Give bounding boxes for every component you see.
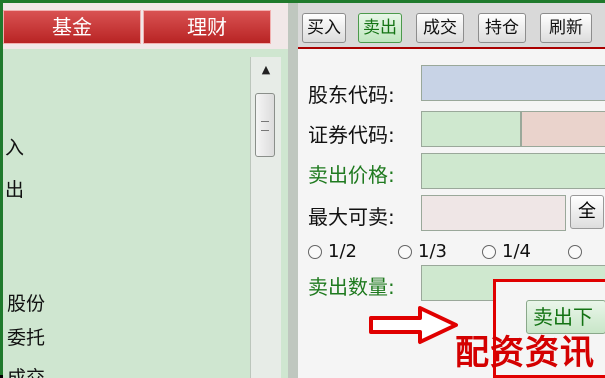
watermark-text: 配资资讯 <box>455 333 595 373</box>
max-sellable-display <box>421 195 566 231</box>
top-tab-bar: 基金 理财 <box>3 3 288 49</box>
sell-button[interactable]: 卖出 <box>358 13 402 43</box>
left-scrollbar[interactable]: ▲ <box>250 57 281 378</box>
trades-button[interactable]: 成交 <box>416 13 464 43</box>
menu-item-buy[interactable]: 入 <box>5 133 24 160</box>
menu-item-orders[interactable]: 委托 <box>7 323 45 350</box>
all-button[interactable]: 全 <box>570 195 604 229</box>
sell-price-label: 卖出价格: <box>308 163 395 187</box>
sell-quantity-label: 卖出数量: <box>308 275 395 299</box>
scroll-thumb[interactable] <box>255 93 275 157</box>
pointer-arrow-icon <box>369 306 458 344</box>
left-menu-panel: 入 出 股份 委托 成交 ▲ <box>3 49 288 378</box>
security-name-display <box>521 111 605 147</box>
positions-button[interactable]: 持仓 <box>478 13 526 43</box>
ratio-more-radio[interactable] <box>568 241 588 262</box>
shareholder-code-label: 股东代码: <box>308 83 395 107</box>
ratio-half-radio[interactable]: 1/2 <box>308 241 357 262</box>
security-code-label: 证券代码: <box>308 123 395 147</box>
max-sellable-label: 最大可卖: <box>308 205 395 229</box>
security-code-input[interactable] <box>421 111 521 147</box>
shareholder-code-select[interactable] <box>421 65 605 101</box>
buy-button[interactable]: 买入 <box>302 13 346 43</box>
menu-item-trades[interactable]: 成交 <box>7 363 45 378</box>
tab-fund[interactable]: 基金 <box>3 10 141 44</box>
grip-icon <box>261 121 269 131</box>
sell-price-input[interactable] <box>421 153 605 189</box>
app-window: 基金 理财 入 出 股份 委托 成交 ▲ 买入 卖出 成交 持仓 刷新 股东代码… <box>0 0 605 378</box>
panel-divider[interactable] <box>288 3 298 378</box>
ratio-third-radio[interactable]: 1/3 <box>398 241 447 262</box>
refresh-button[interactable]: 刷新 <box>540 13 592 43</box>
scroll-up-arrow-icon[interactable]: ▲ <box>257 63 275 77</box>
ratio-options: 1/2 1/3 1/4 <box>306 235 605 265</box>
menu-item-positions[interactable]: 股份 <box>7 289 45 316</box>
radio-icon <box>482 245 496 259</box>
trade-toolbar: 买入 卖出 成交 持仓 刷新 <box>298 3 605 49</box>
menu-item-sell[interactable]: 出 <box>5 175 24 202</box>
radio-icon <box>308 245 322 259</box>
radio-icon <box>398 245 412 259</box>
ratio-quarter-radio[interactable]: 1/4 <box>482 241 531 262</box>
tab-wealth-management[interactable]: 理财 <box>143 10 271 44</box>
radio-icon <box>568 245 582 259</box>
